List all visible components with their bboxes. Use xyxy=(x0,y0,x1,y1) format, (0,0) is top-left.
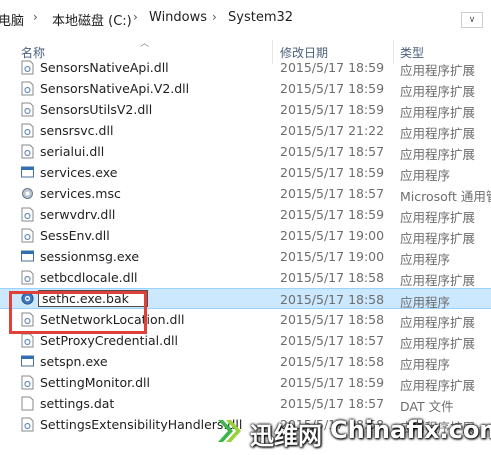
file-type: 应用程序扩展 xyxy=(400,210,476,225)
file-date: 2015/5/17 18:59 xyxy=(280,165,385,180)
file-name: serwvdrv.dll xyxy=(40,207,116,222)
dll-file-icon xyxy=(21,144,34,159)
file-name: services.exe xyxy=(40,165,118,180)
file-name: services.msc xyxy=(40,186,121,201)
file-date: 2015/5/17 18:57 xyxy=(280,333,385,348)
file-name: SetProxyCredential.dll xyxy=(40,333,178,348)
file-name: setbcdlocale.dll xyxy=(40,270,138,285)
file-date: 2015/5/17 18:58 xyxy=(280,312,385,327)
file-row[interactable]: services.exe 2015/5/17 18:59 应用程序 xyxy=(0,162,491,183)
file-row[interactable]: services.msc 2015/5/17 18:57 Microsoft 通用管 xyxy=(0,183,491,204)
file-date: 2015/5/17 18:57 xyxy=(280,144,385,159)
breadcrumb-local-disk[interactable]: 本地磁盘 (C:) xyxy=(52,10,132,29)
file-type: 应用程序 xyxy=(400,252,451,267)
breadcrumb-separator[interactable]: › xyxy=(133,10,138,24)
file-type: 应用程序扩展 xyxy=(400,378,476,393)
breadcrumb-windows[interactable]: Windows xyxy=(149,10,207,25)
file-type: 应用程序扩展 xyxy=(400,231,476,246)
file-type: Microsoft 通用管 xyxy=(400,189,491,204)
file-date: 2015/5/17 18:58 xyxy=(280,270,385,285)
dll-file-icon xyxy=(21,60,34,75)
breadcrumb-separator[interactable]: › xyxy=(33,10,38,24)
watermark-en-text: Chinafix.com xyxy=(330,416,491,444)
dll-file-icon xyxy=(21,417,34,432)
file-date: 2015/5/17 18:57 xyxy=(280,186,385,201)
file-name: serialui.dll xyxy=(40,144,105,159)
file-name: sessionmsg.exe xyxy=(40,249,140,264)
file-type: 应用程序扩展 xyxy=(400,63,476,78)
file-row[interactable]: SensorsNativeApi.V2.dll 2015/5/17 18:59 应用… xyxy=(0,78,491,99)
file-row[interactable]: serialui.dll 2015/5/17 18:57 应用程序扩展 xyxy=(0,141,491,162)
breadcrumb-separator[interactable]: › xyxy=(212,10,217,24)
sort-up-icon: ︿ xyxy=(140,39,150,49)
file-name: SettingMonitor.dll xyxy=(40,375,150,390)
watermark-logo-icon xyxy=(218,420,241,442)
file-name: sensrsvc.dll xyxy=(40,123,114,138)
file-name: settings.dat xyxy=(40,396,115,411)
file-date: 2015/5/17 18:59 xyxy=(280,102,385,117)
watermark-cn-text: 迅维网 xyxy=(250,422,322,450)
file-row[interactable]: SensorsUtilsV2.dll 2015/5/17 18:59 应用程序扩展 xyxy=(0,99,491,120)
file-type: 应用程序扩展 xyxy=(400,315,476,330)
file-name: setspn.exe xyxy=(40,354,108,369)
file-date: 2015/5/17 21:22 xyxy=(280,123,385,138)
address-dropdown-button[interactable]: ∨ xyxy=(461,12,483,28)
dll-file-icon xyxy=(21,102,34,117)
watermark: 迅维网 Chinafix.com xyxy=(200,408,491,455)
dll-file-icon xyxy=(21,270,34,285)
file-date: 2015/5/17 18:58 xyxy=(280,292,385,307)
file-type: 应用程序 xyxy=(400,168,451,183)
file-row[interactable]: setbcdlocale.dll 2015/5/17 18:58 应用程序扩展 xyxy=(0,267,491,288)
breadcrumb-this-pc[interactable]: 电脑 xyxy=(0,10,24,29)
file-name: SensorsNativeApi.dll xyxy=(40,60,169,75)
dll-file-icon xyxy=(21,333,34,348)
file-date: 2015/5/17 18:59 xyxy=(280,60,385,75)
file-name: SessEnv.dll xyxy=(40,228,110,243)
dll-file-icon xyxy=(21,207,34,222)
dll-file-icon xyxy=(21,81,34,96)
exe-file-icon xyxy=(21,249,34,264)
file-type: 应用程序 xyxy=(400,357,451,372)
exe-file-icon xyxy=(21,354,34,369)
file-row[interactable]: setspn.exe 2015/5/17 18:58 应用程序 xyxy=(0,351,491,372)
dll-file-icon xyxy=(21,123,34,138)
dll-file-icon xyxy=(21,228,34,243)
file-date: 2015/5/17 18:59 xyxy=(280,81,385,96)
address-bar[interactable]: 电脑 › 本地磁盘 (C:) › Windows › System32 ∨ xyxy=(0,0,491,37)
dll-file-icon xyxy=(21,375,34,390)
file-row[interactable]: sessionmsg.exe 2015/5/17 19:00 应用程序 xyxy=(0,246,491,267)
file-name: SensorsUtilsV2.dll xyxy=(40,102,153,117)
exe-file-icon xyxy=(21,165,34,180)
file-type: 应用程序扩展 xyxy=(400,105,476,120)
file-type: 应用程序扩展 xyxy=(400,147,476,162)
file-row[interactable]: serwvdrv.dll 2015/5/17 18:59 应用程序扩展 xyxy=(0,204,491,225)
file-date: 2015/5/17 19:00 xyxy=(280,249,385,264)
file-type: 应用程序扩展 xyxy=(400,84,476,99)
file-name: SensorsNativeApi.V2.dll xyxy=(40,81,190,96)
file-type: 应用程序扩展 xyxy=(400,336,476,351)
file-type: 应用程序扩展 xyxy=(400,126,476,141)
highlight-box xyxy=(9,291,147,334)
file-date: 2015/5/17 19:00 xyxy=(280,228,385,243)
file-date: 2015/5/17 18:58 xyxy=(280,354,385,369)
file-row[interactable]: SettingMonitor.dll 2015/5/17 18:59 应用程序扩展 xyxy=(0,372,491,393)
breadcrumb-system32[interactable]: System32 xyxy=(228,10,293,25)
file-date: 2015/5/17 18:59 xyxy=(280,375,385,390)
dat-file-icon xyxy=(21,396,34,411)
file-row[interactable]: sensrsvc.dll 2015/5/17 21:22 应用程序扩展 xyxy=(0,120,491,141)
file-date: 2015/5/17 18:59 xyxy=(280,207,385,222)
console-file-icon xyxy=(21,186,34,201)
file-row[interactable]: SessEnv.dll 2015/5/17 19:00 应用程序扩展 xyxy=(0,225,491,246)
file-type: 应用程序扩展 xyxy=(400,273,476,288)
file-row[interactable]: SensorsNativeApi.dll 2015/5/17 18:59 应用程序扩… xyxy=(0,57,491,78)
